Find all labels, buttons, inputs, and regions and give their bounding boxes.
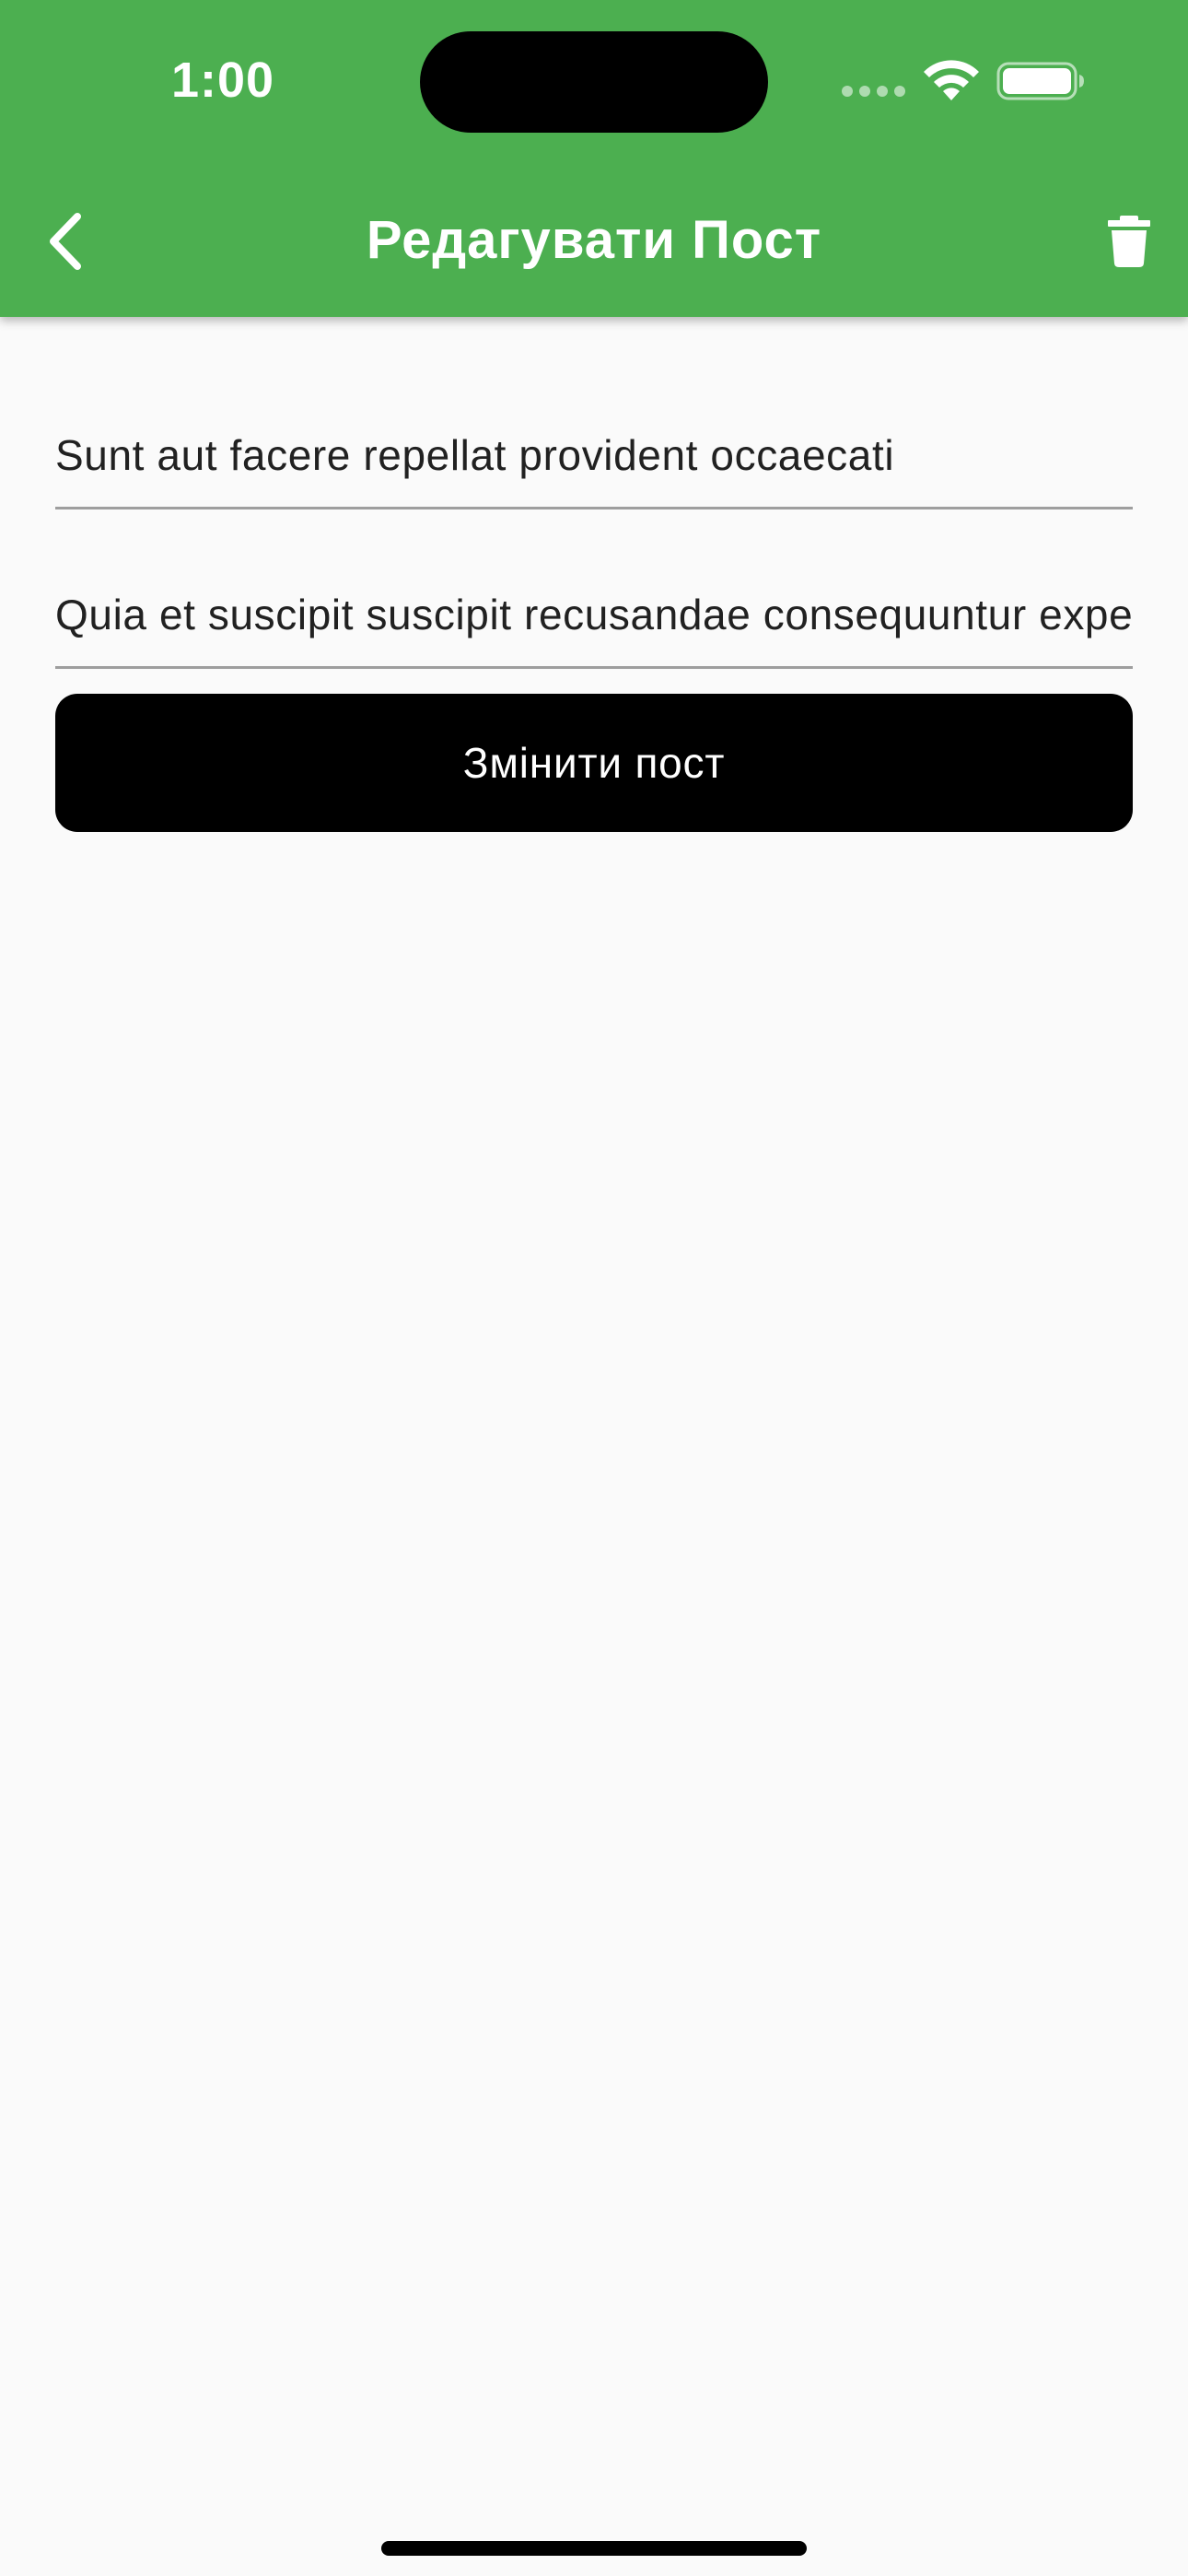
update-post-button[interactable]: Змінити пост bbox=[55, 694, 1133, 832]
trash-icon bbox=[1108, 216, 1150, 267]
delete-post-button[interactable] bbox=[1096, 201, 1162, 282]
edit-post-screen: 1:00 Редагувати Пост Sunt aut facere rep… bbox=[0, 0, 1188, 2576]
chevron-left-icon bbox=[50, 213, 81, 270]
edit-post-form: Змінити пост bbox=[55, 369, 1133, 832]
app-header: 1:00 Редагувати Пост bbox=[0, 0, 1188, 317]
title-field bbox=[55, 369, 1133, 509]
battery-full-icon bbox=[996, 62, 1084, 100]
page-title: Редагувати Пост bbox=[366, 210, 822, 270]
title-input[interactable] bbox=[55, 427, 1133, 483]
status-time: 1:00 bbox=[171, 53, 275, 108]
dynamic-island bbox=[420, 31, 768, 133]
body-input[interactable] bbox=[55, 587, 1133, 642]
back-button[interactable] bbox=[28, 197, 101, 286]
wifi-icon bbox=[924, 60, 979, 100]
body-field bbox=[55, 528, 1133, 669]
cellular-signal-icon bbox=[842, 86, 906, 99]
home-indicator[interactable] bbox=[381, 2541, 807, 2556]
